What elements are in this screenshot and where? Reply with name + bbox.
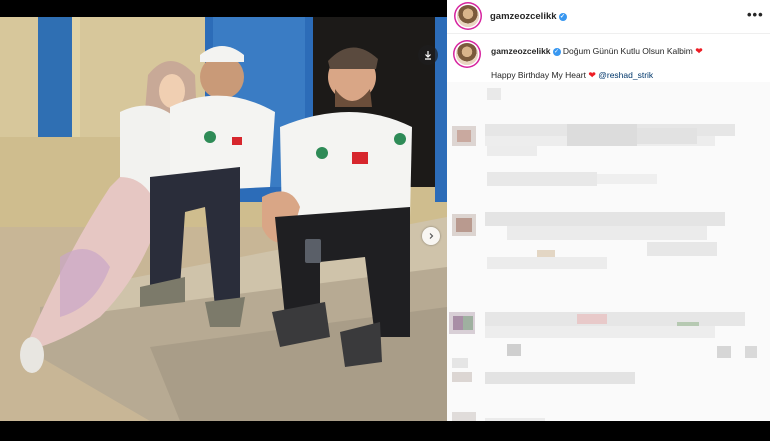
caption-line-2: Happy Birthday My Heart ❤ @reshad_strik: [491, 70, 653, 81]
verified-badge-icon: ✓: [558, 13, 567, 21]
caption-line-1: gamzeozcelikk ✓ Doğum Günün Kutlu Olsun K…: [491, 46, 703, 57]
caption-verified-badge-icon: ✓: [552, 48, 561, 56]
save-post-button[interactable]: [418, 45, 438, 65]
photo-illustration: [0, 17, 447, 421]
caption-english-text: Happy Birthday My Heart: [491, 70, 586, 80]
post-sidebar: gamzeozcelikk ✓ ••• gamzeozcelikk ✓ Doğum …: [447, 0, 770, 441]
caption-text: Doğum Günün Kutlu Olsun Kalbim: [562, 46, 693, 56]
blurred-comments-mosaic: [447, 82, 770, 441]
post-photo[interactable]: [0, 17, 447, 421]
profile-avatar[interactable]: [457, 5, 479, 27]
mention-link[interactable]: @reshad_strik: [598, 70, 653, 80]
heart-icon: ❤: [695, 46, 703, 56]
header-username[interactable]: gamzeozcelikk ✓: [490, 11, 567, 22]
bookmark-icon: [425, 51, 431, 60]
next-photo-button[interactable]: [422, 227, 440, 245]
post-header: gamzeozcelikk ✓ •••: [447, 0, 770, 34]
caption-avatar[interactable]: [456, 43, 478, 65]
username-text[interactable]: gamzeozcelikk: [490, 11, 557, 22]
pixelated-comments-area: [447, 82, 770, 441]
more-options-icon[interactable]: •••: [747, 7, 764, 22]
caption-username[interactable]: gamzeozcelikk: [491, 46, 551, 56]
chevron-right-icon: [429, 233, 434, 239]
heart-icon-2: ❤: [588, 70, 596, 80]
bottom-black-bar: [0, 421, 770, 441]
